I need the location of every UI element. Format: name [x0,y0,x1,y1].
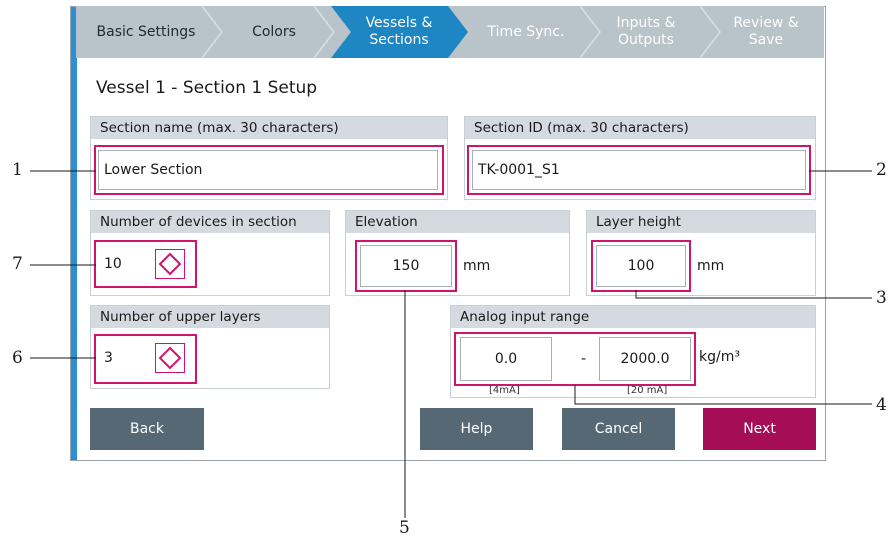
callout-6: 6 [12,348,23,368]
callout-5: 5 [399,518,410,538]
callout-lines [30,170,872,518]
callout-4: 4 [876,395,887,415]
callout-1: 1 [12,160,23,180]
callout-7: 7 [12,254,23,274]
callout-3: 3 [876,288,887,308]
callout-2: 2 [876,160,887,180]
